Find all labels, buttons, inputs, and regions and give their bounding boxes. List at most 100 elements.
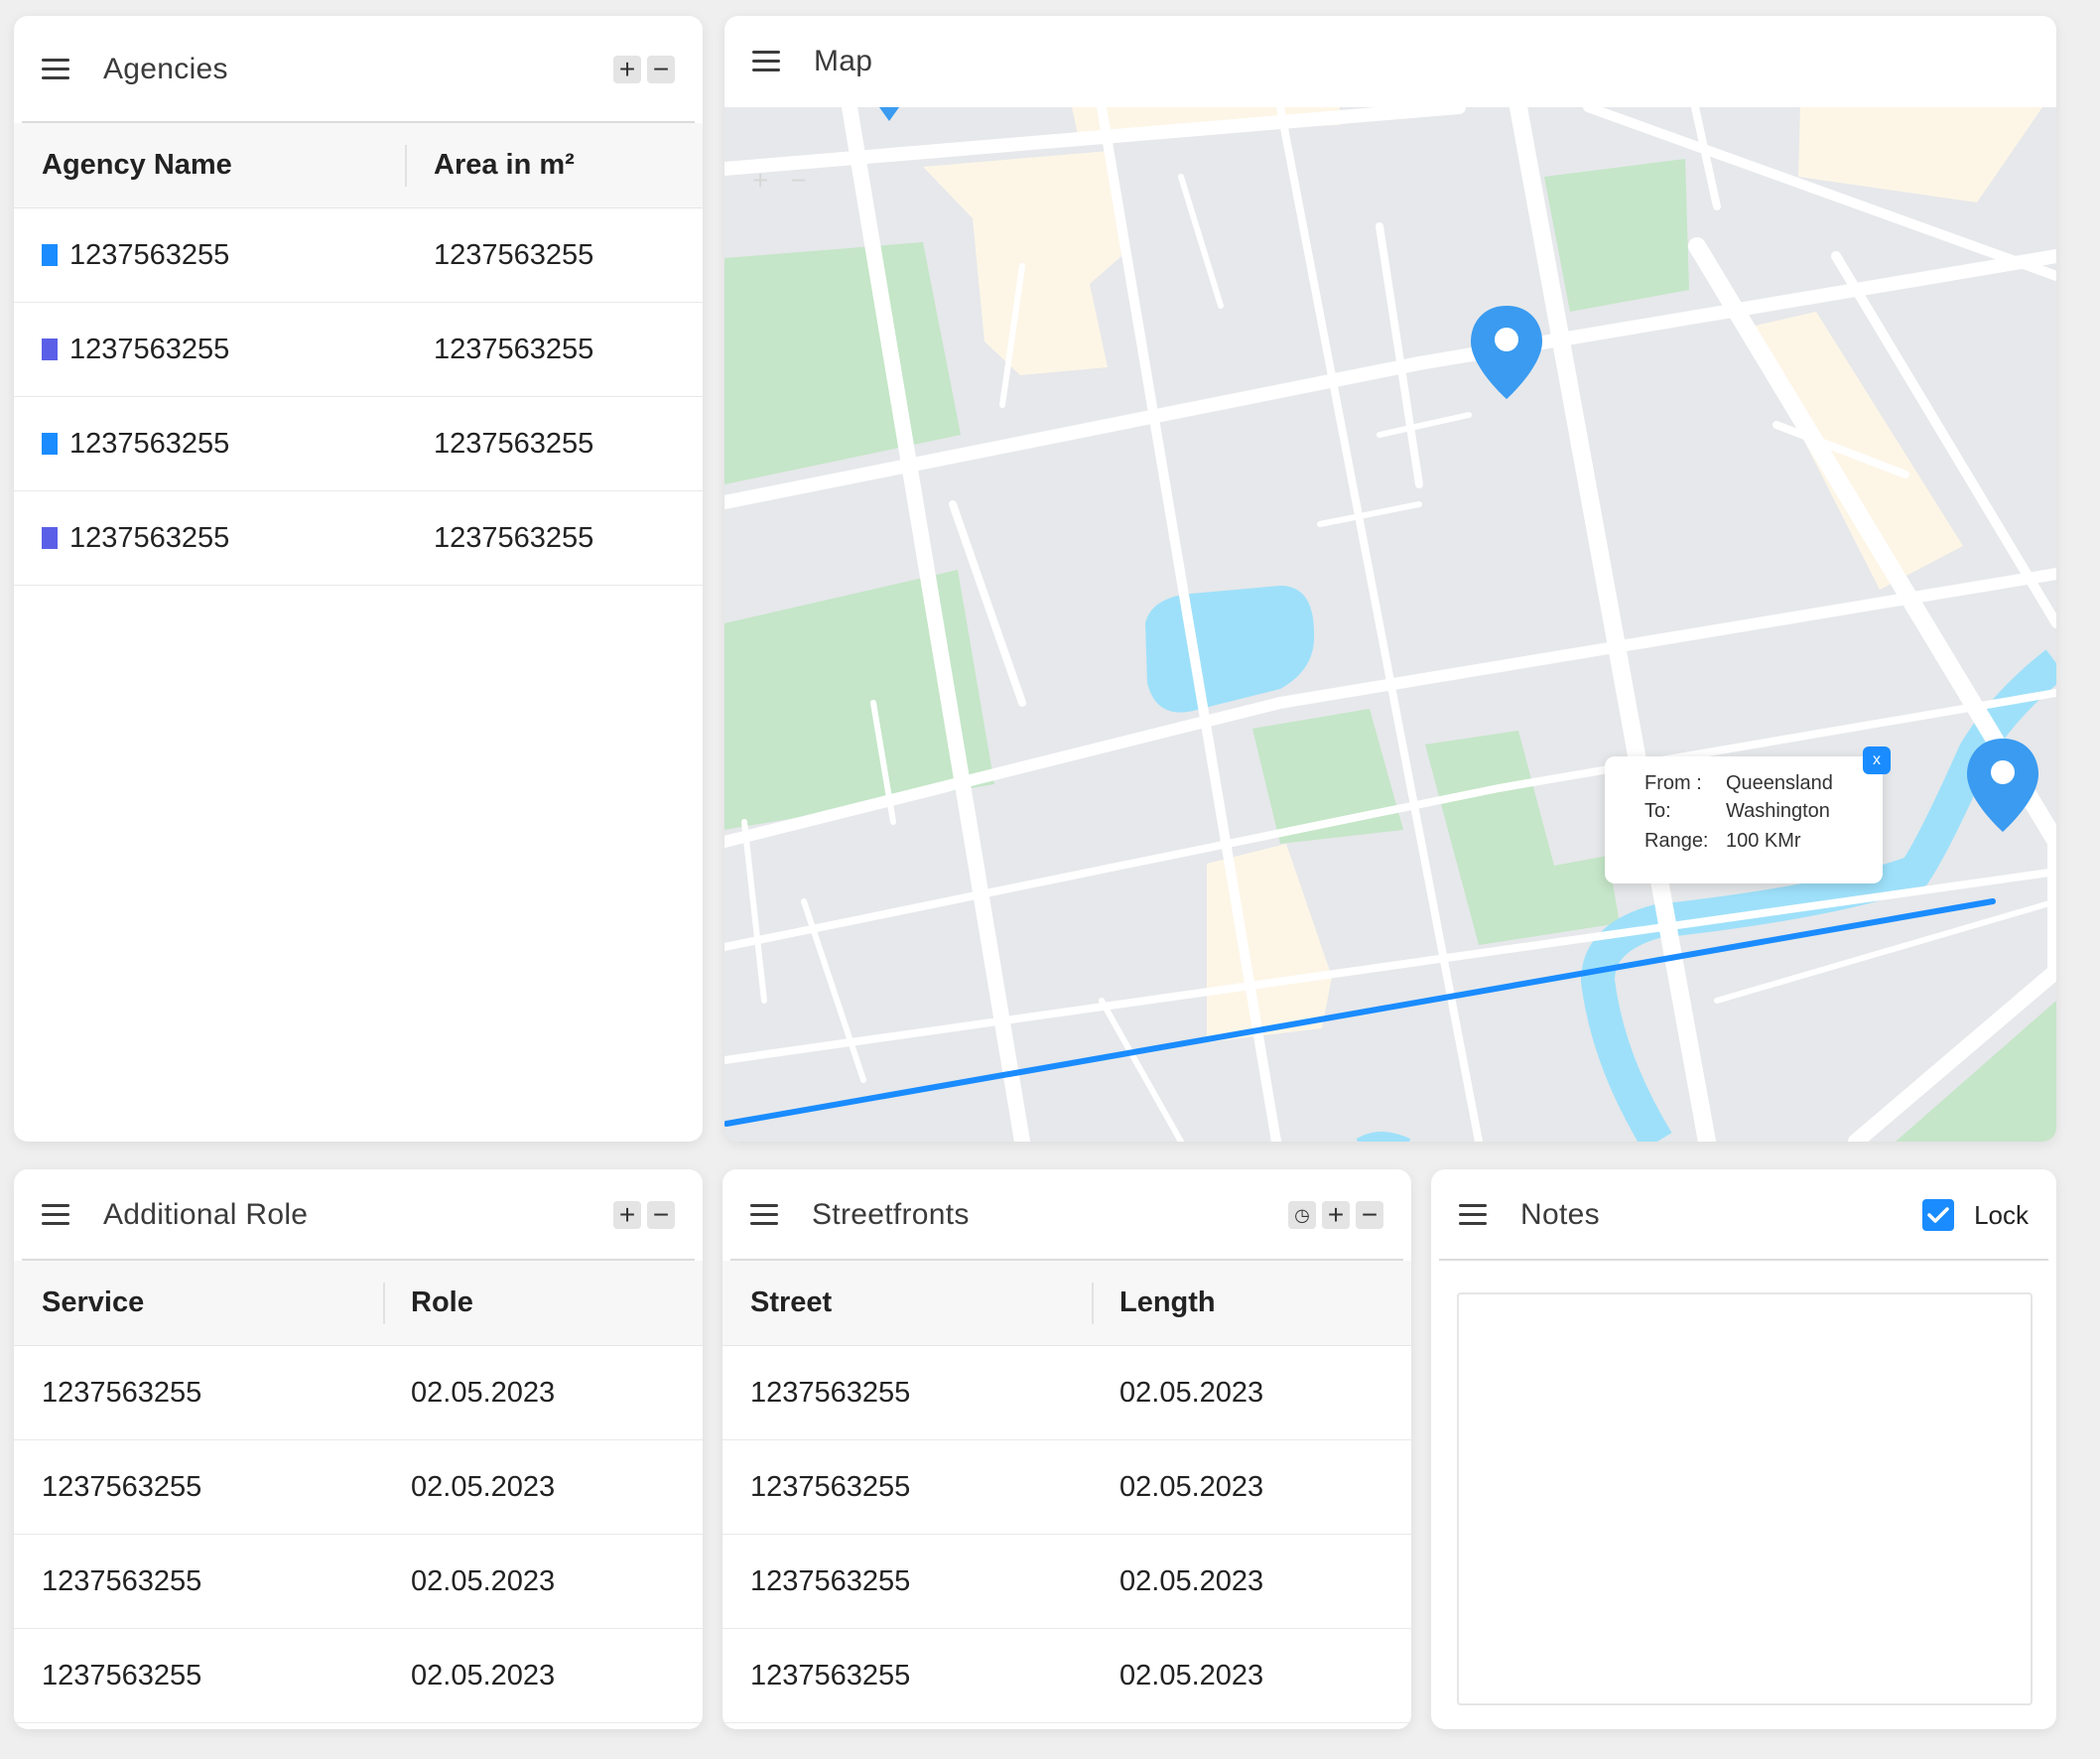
length-cell: 02.05.2023 — [1119, 1376, 1264, 1409]
street-cell: 1237563255 — [750, 1564, 911, 1597]
column-header-street[interactable]: Street — [750, 1286, 832, 1319]
table-row[interactable]: 1237563255 02.05.2023 — [722, 1535, 1411, 1629]
river — [1356, 1132, 1411, 1142]
color-swatch — [42, 433, 58, 455]
menu-icon[interactable] — [42, 1204, 69, 1226]
park-area — [1544, 159, 1689, 312]
table-row[interactable]: 1237563255 02.05.2023 — [722, 1346, 1411, 1440]
role-cell: 02.05.2023 — [411, 1470, 556, 1503]
length-cell: 02.05.2023 — [1119, 1470, 1264, 1503]
close-icon[interactable]: x — [1863, 746, 1891, 774]
additional-role-panel: Additional Role + − Service Role 1237563… — [14, 1169, 703, 1729]
length-cell: 02.05.2023 — [1119, 1564, 1264, 1597]
table-row[interactable]: 1237563255 02.05.2023 — [722, 1440, 1411, 1535]
panel-tools: ◷ + − — [1288, 1201, 1383, 1229]
table-row[interactable]: 1237563255 1237563255 — [14, 303, 703, 397]
map-panel: Map + − x From: Queensland To: Washingt… — [724, 16, 2056, 1142]
lock-toggle[interactable]: Lock — [1922, 1199, 2029, 1231]
length-cell: 02.05.2023 — [1119, 1659, 1264, 1691]
column-separator[interactable] — [383, 1283, 385, 1324]
column-header-service[interactable]: Service — [42, 1286, 144, 1319]
zoom-out-button[interactable]: − — [790, 165, 806, 197]
agency-area: 1237563255 — [434, 427, 594, 460]
lock-label: Lock — [1974, 1199, 2029, 1230]
lock-checkbox[interactable] — [1922, 1199, 1955, 1231]
table-row[interactable]: 1237563255 02.05.2023 — [14, 1346, 703, 1440]
column-header-agency-name[interactable]: Agency Name — [42, 149, 232, 182]
route-popup: x From : Queensland To: Washington Range… — [1605, 746, 1891, 883]
menu-icon[interactable] — [750, 1204, 778, 1226]
column-header-length[interactable]: Length — [1119, 1286, 1216, 1319]
streetfronts-header: Streetfronts ◷ + − — [722, 1169, 1411, 1261]
table-row[interactable]: 1237563255 02.05.2023 — [722, 1629, 1411, 1723]
menu-icon[interactable] — [1459, 1204, 1487, 1226]
popup-from-value: Queensland — [1726, 772, 1833, 794]
popup-to-label: To: — [1644, 800, 1671, 822]
map-zoom-controls: + − — [752, 165, 807, 197]
map-canvas[interactable] — [724, 107, 2056, 1142]
menu-icon[interactable] — [752, 51, 780, 72]
agency-name: 1237563255 — [69, 427, 230, 460]
agency-name: 1237563255 — [69, 333, 230, 365]
zoom-in-button[interactable]: + — [752, 165, 768, 197]
additional-role-table: Service Role 1237563255 02.05.2023 12375… — [14, 1261, 703, 1723]
service-cell: 1237563255 — [42, 1659, 202, 1691]
notes-textarea[interactable] — [1457, 1292, 2033, 1705]
add-button[interactable]: + — [1322, 1201, 1350, 1229]
agency-area: 1237563255 — [434, 521, 594, 554]
agencies-table: Agency Name Area in m² 1237563255 123756… — [14, 123, 703, 586]
agency-name: 1237563255 — [69, 238, 230, 271]
popup-from-label: From : — [1644, 772, 1702, 794]
table-row[interactable]: 1237563255 1237563255 — [14, 208, 703, 303]
panel-tools: + − — [613, 1201, 675, 1229]
role-cell: 02.05.2023 — [411, 1659, 556, 1691]
table-header: Agency Name Area in m² — [14, 123, 703, 208]
table-header: Service Role — [14, 1261, 703, 1346]
table-row[interactable]: 1237563255 1237563255 — [14, 491, 703, 586]
remove-button[interactable]: − — [647, 1201, 675, 1229]
popup-to-value: Washington — [1726, 800, 1830, 822]
notes-header: Notes Lock — [1431, 1169, 2056, 1261]
street-cell: 1237563255 — [750, 1470, 911, 1503]
panel-title: Map — [814, 45, 873, 77]
color-swatch — [42, 244, 58, 266]
table-row[interactable]: 1237563255 02.05.2023 — [14, 1440, 703, 1535]
column-header-area[interactable]: Area in m² — [434, 149, 575, 182]
remove-button[interactable]: − — [647, 56, 675, 83]
role-cell: 02.05.2023 — [411, 1376, 556, 1409]
service-cell: 1237563255 — [42, 1564, 202, 1597]
panel-tools: + − — [613, 56, 675, 83]
menu-icon[interactable] — [42, 59, 69, 80]
color-swatch — [42, 338, 58, 360]
popup-range-label: Range: — [1644, 830, 1709, 852]
agencies-panel: Agencies + − Agency Name Area in m² 1237… — [14, 16, 703, 1142]
additional-role-header: Additional Role + − — [14, 1169, 703, 1261]
table-row[interactable]: 1237563255 02.05.2023 — [14, 1535, 703, 1629]
column-header-role[interactable]: Role — [411, 1286, 473, 1319]
agencies-header: Agencies + − — [14, 16, 703, 123]
column-separator[interactable] — [405, 145, 407, 187]
add-button[interactable]: + — [613, 56, 641, 83]
column-separator[interactable] — [1092, 1283, 1094, 1324]
panel-title: Additional Role — [103, 1198, 309, 1231]
street-cell: 1237563255 — [750, 1376, 911, 1409]
service-cell: 1237563255 — [42, 1470, 202, 1503]
add-button[interactable]: + — [613, 1201, 641, 1229]
table-row[interactable]: 1237563255 1237563255 — [14, 397, 703, 491]
role-cell: 02.05.2023 — [411, 1564, 556, 1597]
service-cell: 1237563255 — [42, 1376, 202, 1409]
panel-title: Agencies — [103, 53, 228, 85]
history-button[interactable]: ◷ — [1288, 1201, 1316, 1229]
street-cell: 1237563255 — [750, 1659, 911, 1691]
streetfronts-panel: Streetfronts ◷ + − Street Length 1237563… — [722, 1169, 1411, 1729]
panel-title: Streetfronts — [812, 1198, 970, 1231]
remove-button[interactable]: − — [1356, 1201, 1383, 1229]
streetfronts-table: Street Length 1237563255 02.05.2023 1237… — [722, 1261, 1411, 1723]
agency-name: 1237563255 — [69, 521, 230, 554]
popup-range-value: 100 KMr — [1726, 830, 1801, 852]
header-divider — [1439, 1259, 2048, 1261]
map-header: Map — [724, 16, 2056, 107]
table-row[interactable]: 1237563255 02.05.2023 — [14, 1629, 703, 1723]
table-header: Street Length — [722, 1261, 1411, 1346]
panel-title: Notes — [1520, 1198, 1600, 1231]
